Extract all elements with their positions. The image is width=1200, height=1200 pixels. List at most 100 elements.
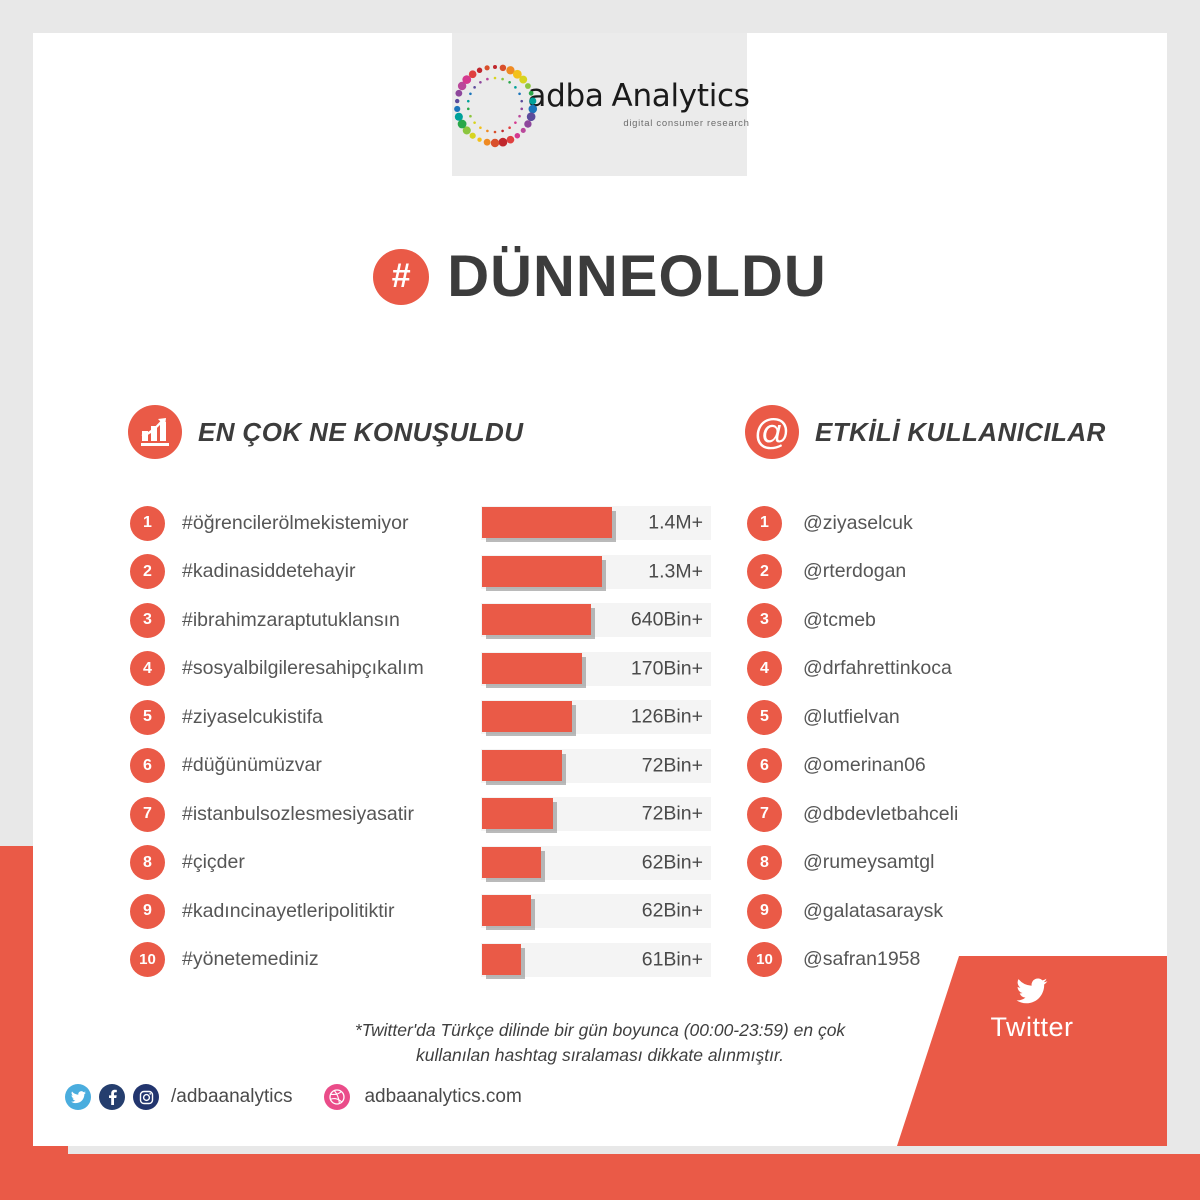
footer-website: adbaanalytics.com <box>364 1086 522 1107</box>
page-title-text: DÜNNEOLDU <box>447 244 827 309</box>
section-title-topics: EN ÇOK NE KONUŞULDU <box>198 416 524 447</box>
topic-rank-badge: 6 <box>130 748 165 784</box>
topic-value-label: 1.3M+ <box>648 560 703 583</box>
topic-bar-track: 72Bin+ <box>481 797 711 832</box>
topic-value-label: 72Bin+ <box>641 754 703 777</box>
topic-hashtag-label: #yönetemediniz <box>182 948 319 971</box>
topic-hashtag-label: #öğrencilerölmekistemiyor <box>182 511 409 534</box>
footer-bar: /adbaanalytics adbaanalytics.com <box>65 1084 522 1110</box>
topic-rank-badge: 10 <box>130 942 165 978</box>
user-row: 2 @rterdogan <box>747 548 1127 597</box>
topic-rank-badge: 4 <box>130 651 165 687</box>
user-rank-badge: 1 <box>747 505 782 541</box>
instagram-icon[interactable] <box>133 1084 159 1110</box>
topic-row: 4 #sosyalbilgileresahipçıkalım 170Bin+ <box>130 645 715 694</box>
topic-value-label: 170Bin+ <box>630 657 703 680</box>
user-handle-label: @omerinan06 <box>803 754 926 777</box>
user-row: 1 @ziyaselcuk <box>747 499 1127 548</box>
twitter-icon[interactable] <box>65 1084 91 1110</box>
user-handle-label: @rumeysamtgl <box>803 851 935 874</box>
topic-row: 1 #öğrencilerölmekistemiyor 1.4M+ <box>130 499 715 548</box>
topic-bar-track: 640Bin+ <box>481 603 711 638</box>
topic-bar-track: 1.4M+ <box>481 506 711 541</box>
topic-value-label: 72Bin+ <box>641 802 703 825</box>
at-sign-icon: @ <box>745 405 799 459</box>
topic-bar-track: 126Bin+ <box>481 700 711 735</box>
topic-hashtag-label: #sosyalbilgileresahipçıkalım <box>182 657 424 680</box>
bar-chart-growth-icon <box>128 405 182 459</box>
topic-rank-badge: 8 <box>130 845 165 881</box>
user-handle-label: @drfahrettinkoca <box>803 657 952 680</box>
topic-rank-badge: 3 <box>130 602 165 638</box>
user-handle-label: @rterdogan <box>803 560 907 583</box>
topic-bar-track: 62Bin+ <box>481 894 711 929</box>
topic-row: 3 #ibrahimzaraptutuklansın 640Bin+ <box>130 596 715 645</box>
page-title: # DÜNNEOLDU <box>33 243 1167 310</box>
topic-row: 6 #düğünümüzvar 72Bin+ <box>130 742 715 791</box>
user-rank-badge: 8 <box>747 845 782 881</box>
topics-list: 1 #öğrencilerölmekistemiyor 1.4M+ 2 #kadinas… <box>130 499 715 984</box>
topic-bar-track: 62Bin+ <box>481 845 711 880</box>
topic-bar-fill <box>482 895 531 927</box>
logo-ring-icon <box>449 59 541 151</box>
topic-value-label: 61Bin+ <box>641 948 703 971</box>
topic-bar-track: 170Bin+ <box>481 651 711 686</box>
topic-rank-badge: 5 <box>130 699 165 735</box>
logo-tagline: digital consumer research <box>623 117 750 129</box>
topic-row: 2 #kadinasiddetehayir 1.3M+ <box>130 548 715 597</box>
facebook-icon[interactable] <box>99 1084 125 1110</box>
topic-bar-fill <box>482 749 562 781</box>
user-rank-badge: 9 <box>747 893 782 929</box>
topic-hashtag-label: #ibrahimzaraptutuklansın <box>182 608 400 631</box>
topic-rank-badge: 1 <box>130 505 165 541</box>
topic-hashtag-label: #çiçder <box>182 851 245 874</box>
topic-value-label: 62Bin+ <box>641 851 703 874</box>
user-rank-badge: 5 <box>747 699 782 735</box>
topic-value-label: 640Bin+ <box>630 608 703 631</box>
user-row: 9 @galatasaraysk <box>747 887 1127 936</box>
topic-hashtag-label: #ziyaselcukistifa <box>182 705 323 728</box>
topic-bar-track: 1.3M+ <box>481 554 711 589</box>
topic-bar-fill <box>482 943 521 975</box>
footer-social-handle: /adbaanalytics <box>171 1086 293 1107</box>
section-title-users: ETKİLİ KULLANICILAR <box>815 416 1106 447</box>
infographic-card: adba Analytics digital consumer research … <box>33 33 1167 1146</box>
user-rank-badge: 3 <box>747 602 782 638</box>
topic-rank-badge: 9 <box>130 893 165 929</box>
user-rank-badge: 6 <box>747 748 782 784</box>
topic-row: 10 #yönetemediniz 61Bin+ <box>130 936 715 985</box>
section-header-topics: EN ÇOK NE KONUŞULDU <box>128 405 523 459</box>
user-row: 4 @drfahrettinkoca <box>747 645 1127 694</box>
users-list: 1 @ziyaselcuk 2 @rterdogan 3 @tcmeb 4 @drfahret… <box>747 499 1127 984</box>
user-handle-label: @lutfielvan <box>803 705 900 728</box>
user-row: 7 @dbdevletbahceli <box>747 790 1127 839</box>
topic-hashtag-label: #kadinasiddetehayir <box>182 560 356 583</box>
platform-label: Twitter <box>990 1012 1074 1042</box>
topic-hashtag-label: #düğünümüzvar <box>182 754 322 777</box>
topic-row: 7 #istanbulsozlesmesiyasatir 72Bin+ <box>130 790 715 839</box>
user-rank-badge: 4 <box>747 651 782 687</box>
topic-hashtag-label: #istanbulsozlesmesiyasatir <box>182 802 414 825</box>
topic-bar-track: 72Bin+ <box>481 748 711 783</box>
topic-bar-fill <box>482 846 541 878</box>
user-rank-badge: 10 <box>747 942 782 978</box>
user-row: 3 @tcmeb <box>747 596 1127 645</box>
logo-name-analytics: Analytics <box>611 77 750 114</box>
user-rank-badge: 7 <box>747 796 782 832</box>
user-rank-badge: 2 <box>747 554 782 590</box>
decorative-bottom-band <box>0 1154 1200 1200</box>
topic-bar-fill <box>482 604 591 636</box>
topic-row: 8 #çiçder 62Bin+ <box>130 839 715 888</box>
topic-hashtag-label: #kadıncinayetleripolitiktir <box>182 899 395 922</box>
hashtag-badge-icon: # <box>373 248 430 305</box>
section-header-users: @ ETKİLİ KULLANICILAR <box>745 405 1106 459</box>
topic-row: 9 #kadıncinayetleripolitiktir 62Bin+ <box>130 887 715 936</box>
topic-value-label: 1.4M+ <box>648 511 703 534</box>
topic-value-label: 62Bin+ <box>641 899 703 922</box>
topic-value-label: 126Bin+ <box>630 705 703 728</box>
topic-rank-badge: 7 <box>130 796 165 832</box>
dribbble-icon[interactable] <box>324 1084 351 1110</box>
user-row: 8 @rumeysamtgl <box>747 839 1127 888</box>
user-handle-label: @dbdevletbahceli <box>803 802 959 825</box>
user-handle-label: @safran1958 <box>803 948 921 971</box>
